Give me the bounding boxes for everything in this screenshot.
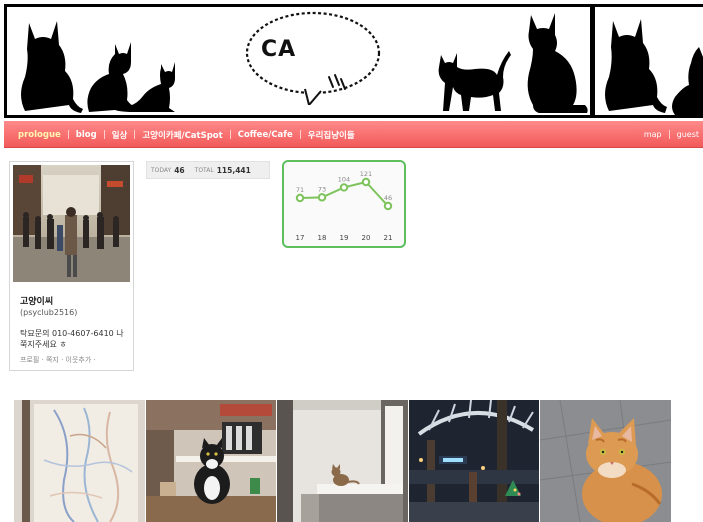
chart-tick-label: 18: [318, 234, 327, 242]
nav-separator: [103, 130, 105, 139]
chart-tick-label: 17: [296, 234, 305, 242]
nav-util: map guest: [644, 121, 699, 148]
chart-tick-label: 20: [362, 234, 371, 242]
nav-bar: prologue blog 일상 고양이카페/CatSpot Coffee/Ca…: [4, 121, 703, 148]
nav-item-our-cats[interactable]: 우리집냥이들: [308, 129, 355, 141]
profile-name: 고양이씨: [20, 297, 54, 307]
sitting-cat-silhouette: [21, 21, 83, 113]
total-value: 115,441: [216, 165, 251, 175]
gallery-photo[interactable]: [540, 400, 671, 522]
sitting-cat-silhouette: [672, 47, 703, 115]
banner-logo-text: CA: [261, 37, 297, 62]
profile-photo[interactable]: [13, 165, 130, 282]
chart-point[interactable]: [361, 177, 371, 187]
chart-tick-label: 19: [340, 234, 349, 242]
chart-tick-label: 21: [384, 234, 393, 242]
chart-data-label: 46: [384, 194, 392, 202]
visitor-chart-plot: 71 17 73 18 104 19 121 20 46 21: [295, 170, 393, 242]
gallery-photo[interactable]: [277, 400, 408, 522]
chart-data-label: 104: [338, 175, 350, 183]
sitting-cat-silhouette: [527, 13, 588, 113]
nav-separator: [67, 130, 69, 139]
nav-item-guest[interactable]: guest: [677, 130, 699, 139]
nav-separator: [668, 130, 670, 139]
nav-separator: [134, 130, 136, 139]
nav-menu: prologue blog 일상 고양이카페/CatSpot Coffee/Ca…: [18, 121, 355, 148]
total-label: TOTAL: [194, 166, 214, 174]
blog-banner[interactable]: CA: [4, 4, 703, 118]
gallery-photo[interactable]: [409, 400, 539, 522]
page: CA prologue blog 일상 고양이카페/CatSpot Coffee…: [0, 0, 703, 522]
sitting-cat-silhouette: [605, 19, 667, 113]
chart-data-label: 73: [318, 185, 326, 193]
nav-separator: [229, 130, 231, 139]
gallery-photo[interactable]: [14, 400, 145, 522]
today-label: TODAY: [151, 166, 172, 174]
profile-card: 고양이씨 (psyclub2516) 탁묘문의 010-4607-6410 나쭉…: [9, 161, 134, 371]
nav-item-catcafe[interactable]: 고양이카페/CatSpot: [142, 129, 222, 141]
chart-point[interactable]: [295, 193, 305, 203]
chart-point[interactable]: [317, 193, 327, 202]
banner-divider: [590, 7, 595, 115]
chart-data-label: 121: [360, 170, 372, 178]
visitor-counter: TODAY 46 TOTAL 115,441: [146, 161, 270, 179]
today-value: 46: [174, 165, 185, 175]
walking-cat-silhouette: [438, 51, 511, 111]
nav-item-prologue[interactable]: prologue: [18, 130, 61, 140]
chart-point[interactable]: [383, 201, 393, 211]
nav-item-blog[interactable]: blog: [76, 130, 97, 140]
profile-description: 탁묘문의 010-4607-6410 나쭉지주세요 ㅎ: [20, 329, 124, 349]
nav-item-coffee[interactable]: Coffee/Cafe: [238, 130, 293, 140]
nav-separator: [299, 130, 301, 139]
visitor-chart: 71 17 73 18 104 19 121 20 46 21: [282, 160, 406, 248]
chart-point[interactable]: [339, 183, 349, 192]
sitting-cat-silhouette: [127, 62, 175, 112]
profile-id: (psyclub2516): [20, 308, 78, 317]
chart-data-label: 71: [296, 186, 304, 194]
nav-item-daily[interactable]: 일상: [112, 129, 128, 141]
nav-item-map[interactable]: map: [644, 130, 662, 139]
gallery-photo[interactable]: [146, 400, 276, 522]
profile-links[interactable]: 프로필 · 쪽지 · 이웃추가 ·: [20, 355, 96, 365]
